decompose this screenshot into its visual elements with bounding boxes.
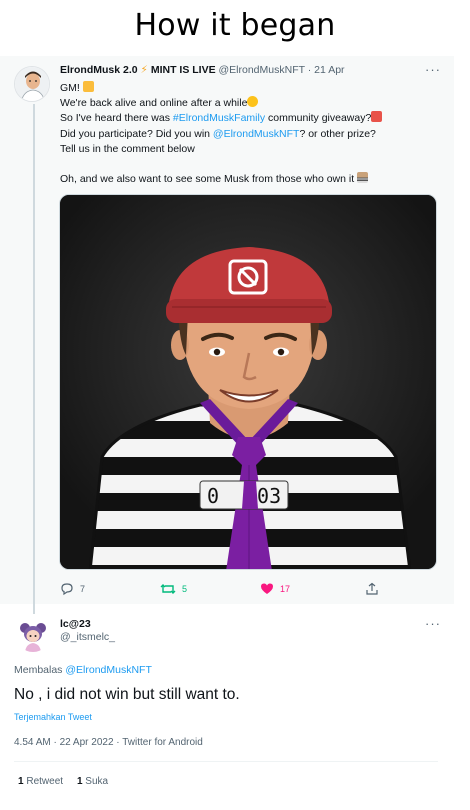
tweet-line: Tell us in the comment below xyxy=(60,142,195,155)
author-name[interactable]: ElrondMusk 2.0 xyxy=(60,64,138,76)
reply-author-handle[interactable]: @_itsmelc_ xyxy=(60,631,115,644)
tweet-line-text: Did you participate? Did you win xyxy=(60,127,213,140)
reply-count: 7 xyxy=(80,584,86,594)
tweet-actions: 7 5 17 xyxy=(60,582,390,598)
reply-stats: 1 Retweet 1 Suka xyxy=(18,776,108,787)
tweet-line-text: So I've heard there was xyxy=(60,112,173,125)
lightning-icon: ⚡ xyxy=(140,64,148,76)
reply-text: No , i did not win but still want to. xyxy=(14,686,240,703)
meme-title: How it began xyxy=(134,8,336,43)
likes-label[interactable]: Suka xyxy=(85,776,108,787)
divider xyxy=(14,761,438,762)
tweet-body: GM! We're back alive and online after a … xyxy=(60,81,440,187)
prisoner-illustration: 0 203 xyxy=(60,195,436,569)
retweet-button[interactable]: 5 xyxy=(160,582,187,596)
reply-button[interactable]: 7 xyxy=(60,582,85,596)
replying-to-link[interactable]: @ElrondMuskNFT xyxy=(65,664,152,676)
tweet-date[interactable]: · 21 Apr xyxy=(308,64,345,76)
retweet-icon xyxy=(160,584,176,594)
reply-header: lc@23 @_itsmelc_ xyxy=(60,618,115,644)
mention-link[interactable]: @ElrondMuskNFT xyxy=(213,128,300,140)
retweets-label[interactable]: Retweet xyxy=(26,776,63,787)
tweet-media-image[interactable]: 0 203 xyxy=(59,194,437,570)
share-button[interactable] xyxy=(365,582,379,596)
replying-to: Membalas @ElrondMuskNFT xyxy=(14,664,152,676)
likes-count[interactable]: 1 xyxy=(77,776,83,787)
retweet-count: 5 xyxy=(182,584,188,594)
translate-tweet-link[interactable]: Terjemahkan Tweet xyxy=(14,712,92,722)
author-avatar[interactable] xyxy=(14,66,50,102)
tweet-line: GM! xyxy=(60,82,80,94)
tweet-line: We're back alive and online after a whil… xyxy=(60,97,248,110)
gift-icon xyxy=(371,111,383,123)
retweets-count[interactable]: 1 xyxy=(18,776,24,787)
reply-author-name[interactable]: lc@23 xyxy=(60,618,115,631)
prisoner-number-prefix: 0 xyxy=(207,484,219,508)
party-face-icon xyxy=(82,81,94,92)
share-icon xyxy=(366,582,378,595)
author-name-suffix[interactable]: MINT IS LIVE xyxy=(151,64,216,76)
prisoner-emoji-icon xyxy=(357,172,369,184)
replying-prefix: Membalas xyxy=(14,664,66,676)
reply-icon xyxy=(61,583,73,596)
tweet-header: ElrondMusk 2.0 ⚡ MINT IS LIVE @ElrondMus… xyxy=(60,64,345,76)
hashtag-link[interactable]: #ElrondMuskFamily xyxy=(173,112,265,124)
more-options-icon[interactable]: ··· xyxy=(425,62,441,77)
avatar-illustration xyxy=(16,618,50,652)
tweet-line-text: ? or other prize? xyxy=(299,127,376,140)
like-count: 17 xyxy=(280,583,291,594)
like-button[interactable]: 17 xyxy=(260,582,290,595)
reply-meta: 4.54 AM · 22 Apr 2022 · Twitter for Andr… xyxy=(14,737,203,748)
reply-author-avatar[interactable] xyxy=(16,618,50,652)
smiling-face-icon xyxy=(247,96,259,108)
more-options-icon[interactable]: ··· xyxy=(425,616,441,631)
thread-line xyxy=(33,104,35,614)
author-handle[interactable]: @ElrondMuskNFT xyxy=(219,64,305,76)
heart-icon xyxy=(261,583,273,594)
tweet-line-text: community giveaway? xyxy=(265,112,372,125)
tweet-line: Oh, and we also want to see some Musk fr… xyxy=(60,173,355,186)
